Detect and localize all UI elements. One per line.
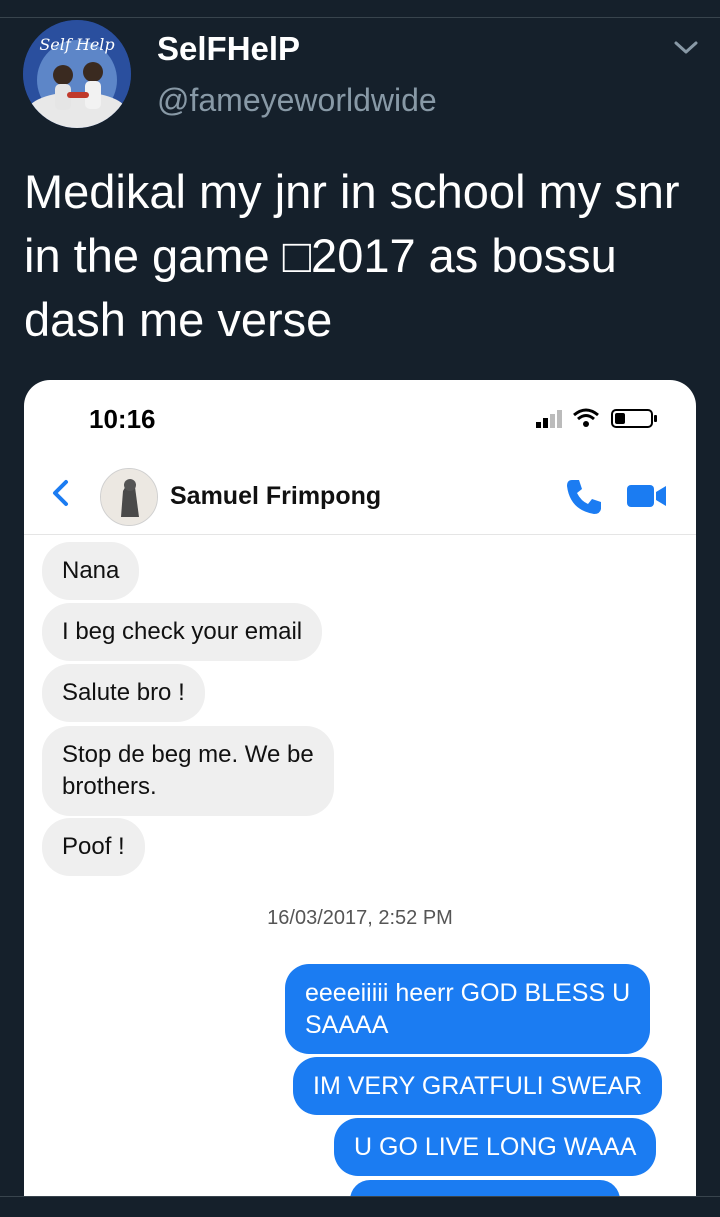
incoming-message: Poof ! — [42, 818, 145, 876]
incoming-message: Salute bro ! — [42, 664, 205, 722]
incoming-message: Nana — [42, 542, 140, 600]
back-chevron-icon[interactable] — [48, 478, 72, 508]
signal-icon — [536, 410, 562, 428]
top-divider — [0, 17, 720, 18]
outgoing-message: eeeeiiiii heerr GOD BLESS U SAAAA — [285, 964, 651, 1054]
avatar-text: Self Help — [39, 35, 114, 54]
contact-name[interactable]: Samuel Frimpong — [170, 482, 381, 511]
chat-header: Samuel Frimpong — [24, 462, 696, 534]
incoming-message: Stop de beg me. We be brothers. — [42, 726, 334, 816]
chevron-down-icon[interactable] — [672, 38, 700, 58]
contact-avatar[interactable] — [100, 468, 158, 526]
wifi-icon — [573, 408, 599, 427]
incoming-message: I beg check your email — [42, 603, 323, 661]
phone-icon[interactable] — [564, 476, 604, 516]
avatar-image: Self Help — [23, 20, 131, 128]
bottom-divider — [0, 1196, 720, 1217]
video-icon[interactable] — [626, 480, 668, 512]
display-name[interactable]: SelFHelP — [157, 30, 300, 68]
status-icons — [536, 408, 657, 428]
message-timestamp: 16/03/2017, 2:52 PM — [267, 907, 453, 929]
tweet-text: Medikal my jnr in school my snr in the g… — [24, 165, 680, 346]
outgoing-message: IM VERY GRATFULI SWEAR — [293, 1057, 663, 1115]
user-handle[interactable]: @fameyeworldwide — [157, 82, 437, 119]
battery-icon — [611, 409, 657, 428]
header-divider — [24, 534, 696, 535]
profile-avatar[interactable]: Self Help — [23, 20, 131, 128]
attached-screenshot[interactable]: 10:16 Samuel Frimpong Nana I beg check y… — [24, 380, 696, 1200]
outgoing-message: U GO LIVE LONG WAAA — [334, 1118, 657, 1176]
status-time: 10:16 — [89, 404, 156, 434]
